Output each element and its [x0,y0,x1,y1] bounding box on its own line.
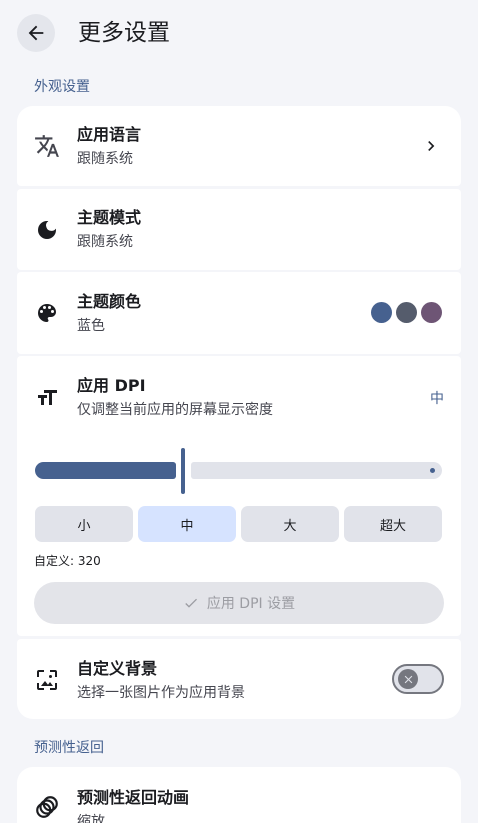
dpi-option-small[interactable]: 小 [35,506,133,542]
color-swatch-blue[interactable] [371,302,392,323]
setting-theme-color[interactable]: 主题颜色 蓝色 [17,272,461,354]
theme-color-swatches [371,302,442,323]
section-title-predictive-back: 预测性返回 [34,740,104,756]
app-dpi-current-value: 中 [430,391,444,407]
custom-background-title: 自定义背景 [77,659,158,678]
text-size-icon [34,385,60,411]
slider-thumb[interactable] [181,448,185,494]
theme-mode-value: 跟随系统 [77,234,133,250]
arrow-back-icon [28,25,44,41]
slider-active-track [35,462,176,479]
more-settings-page: 更多设置 外观设置 应用语言 跟随系统 主题模式 跟随系统 主题颜色 蓝色 应用… [0,0,478,823]
slider-inactive-track [191,462,442,479]
app-dpi-title: 应用 DPI [77,376,146,395]
color-swatch-purple[interactable] [421,302,442,323]
switch-knob [398,669,418,689]
custom-background-description: 选择一张图片作为应用背景 [77,685,245,701]
dpi-custom-value: 自定义: 320 [34,554,101,568]
setting-custom-background[interactable]: 自定义背景 选择一张图片作为应用背景 [17,639,461,719]
app-dpi-description: 仅调整当前应用的屏幕显示密度 [77,402,273,418]
dpi-option-medium[interactable]: 中 [138,506,236,542]
slider-stop-indicator [430,468,435,473]
setting-theme-mode[interactable]: 主题模式 跟随系统 [17,189,461,270]
dpi-option-extra-large[interactable]: 超大 [344,506,442,542]
animation-icon [34,794,60,820]
dpi-option-large[interactable]: 大 [241,506,339,542]
translate-icon [34,133,60,159]
section-title-appearance: 外观设置 [34,79,90,95]
page-title: 更多设置 [78,20,170,46]
predictive-back-title: 预测性返回动画 [77,788,190,807]
apply-dpi-button[interactable]: 应用 DPI 设置 [34,582,444,624]
palette-icon [34,300,60,326]
wallpaper-icon [34,667,60,693]
top-app-bar: 更多设置 [0,0,478,70]
theme-color-value: 蓝色 [77,318,105,334]
back-button[interactable] [17,14,55,52]
dpi-preset-buttons: 小 中 大 超大 [35,506,443,542]
app-language-value: 跟随系统 [77,151,133,167]
app-language-title: 应用语言 [77,125,142,144]
theme-color-title: 主题颜色 [77,292,142,311]
setting-app-language[interactable]: 应用语言 跟随系统 [17,106,461,186]
setting-predictive-back-animation[interactable]: 预测性返回动画 缩放 [17,767,461,823]
custom-background-switch[interactable] [392,664,444,694]
apply-dpi-label: 应用 DPI 设置 [206,596,296,612]
setting-app-dpi: 应用 DPI 仅调整当前应用的屏幕显示密度 中 小 中 大 超大 自定义: 32… [17,356,461,636]
close-icon [404,675,412,683]
theme-mode-title: 主题模式 [77,208,142,227]
chevron-right-icon [421,136,441,156]
dark-mode-icon [34,217,60,243]
check-icon [185,598,197,608]
predictive-back-value: 缩放 [77,814,105,823]
color-swatch-gray[interactable] [396,302,417,323]
